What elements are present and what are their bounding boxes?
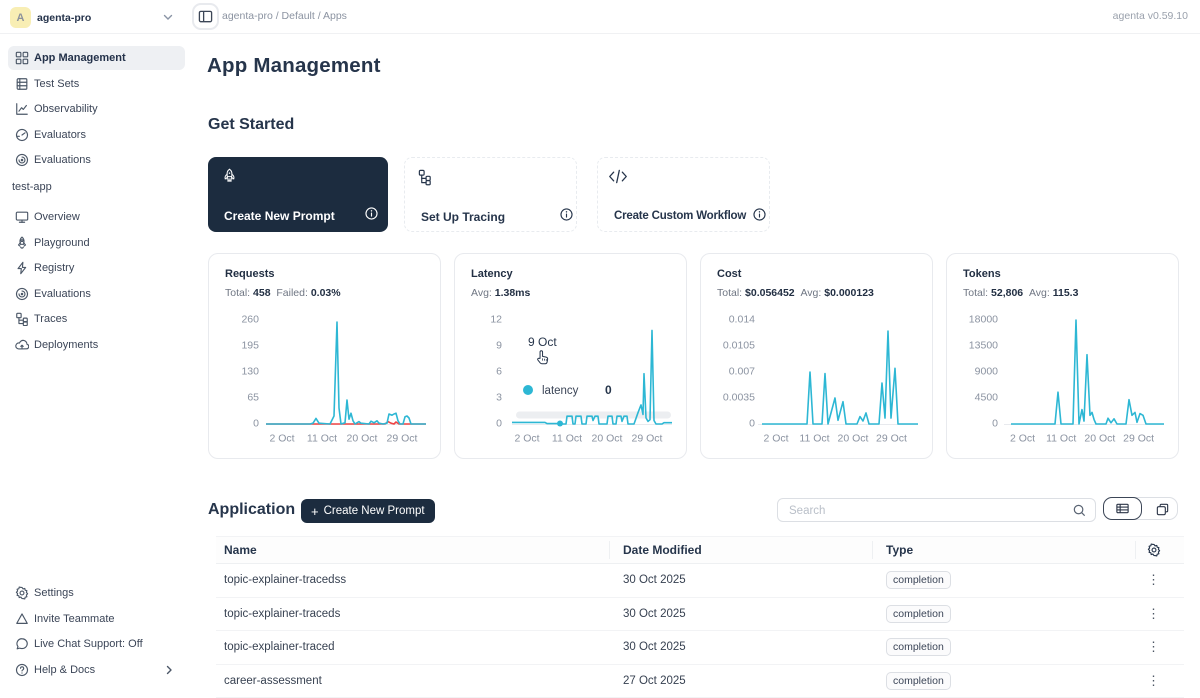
svg-text:9000: 9000 [975, 366, 999, 378]
svg-text:9 Oct: 9 Oct [528, 335, 557, 349]
svg-text:13500: 13500 [969, 340, 998, 352]
svg-text:0: 0 [496, 418, 502, 430]
svg-text:18000: 18000 [969, 314, 998, 326]
svg-text:195: 195 [241, 340, 259, 352]
svg-text:11 Oct: 11 Oct [307, 433, 337, 445]
svg-text:29 Oct: 29 Oct [632, 433, 663, 445]
svg-text:11 Oct: 11 Oct [1046, 433, 1076, 445]
svg-text:9: 9 [496, 340, 502, 352]
svg-text:65: 65 [247, 392, 259, 404]
svg-text:29 Oct: 29 Oct [387, 433, 418, 445]
svg-text:20 Oct: 20 Oct [1084, 433, 1115, 445]
svg-text:2 Oct: 2 Oct [514, 433, 539, 445]
svg-text:12: 12 [490, 314, 502, 326]
svg-text:11 Oct: 11 Oct [552, 433, 582, 445]
svg-text:260: 260 [241, 314, 259, 326]
svg-text:0: 0 [253, 418, 259, 430]
svg-text:0.0105: 0.0105 [723, 340, 755, 352]
svg-text:20 Oct: 20 Oct [347, 433, 378, 445]
svg-text:4500: 4500 [975, 392, 999, 404]
svg-text:latency: latency [542, 385, 579, 397]
svg-text:130: 130 [241, 366, 259, 378]
svg-text:0.014: 0.014 [729, 314, 755, 326]
svg-text:2 Oct: 2 Oct [269, 433, 294, 445]
svg-text:29 Oct: 29 Oct [1123, 433, 1154, 445]
svg-text:2 Oct: 2 Oct [763, 433, 788, 445]
svg-text:0: 0 [992, 418, 998, 430]
svg-text:0: 0 [605, 383, 612, 397]
svg-text:3: 3 [496, 392, 502, 404]
svg-text:6: 6 [496, 366, 502, 378]
svg-text:20 Oct: 20 Oct [838, 433, 869, 445]
svg-text:0.007: 0.007 [729, 366, 755, 378]
svg-text:0: 0 [749, 418, 755, 430]
svg-text:0.0035: 0.0035 [723, 392, 755, 404]
svg-text:11 Oct: 11 Oct [799, 433, 829, 445]
svg-text:2 Oct: 2 Oct [1010, 433, 1035, 445]
svg-text:29 Oct: 29 Oct [876, 433, 907, 445]
svg-text:20 Oct: 20 Oct [592, 433, 623, 445]
